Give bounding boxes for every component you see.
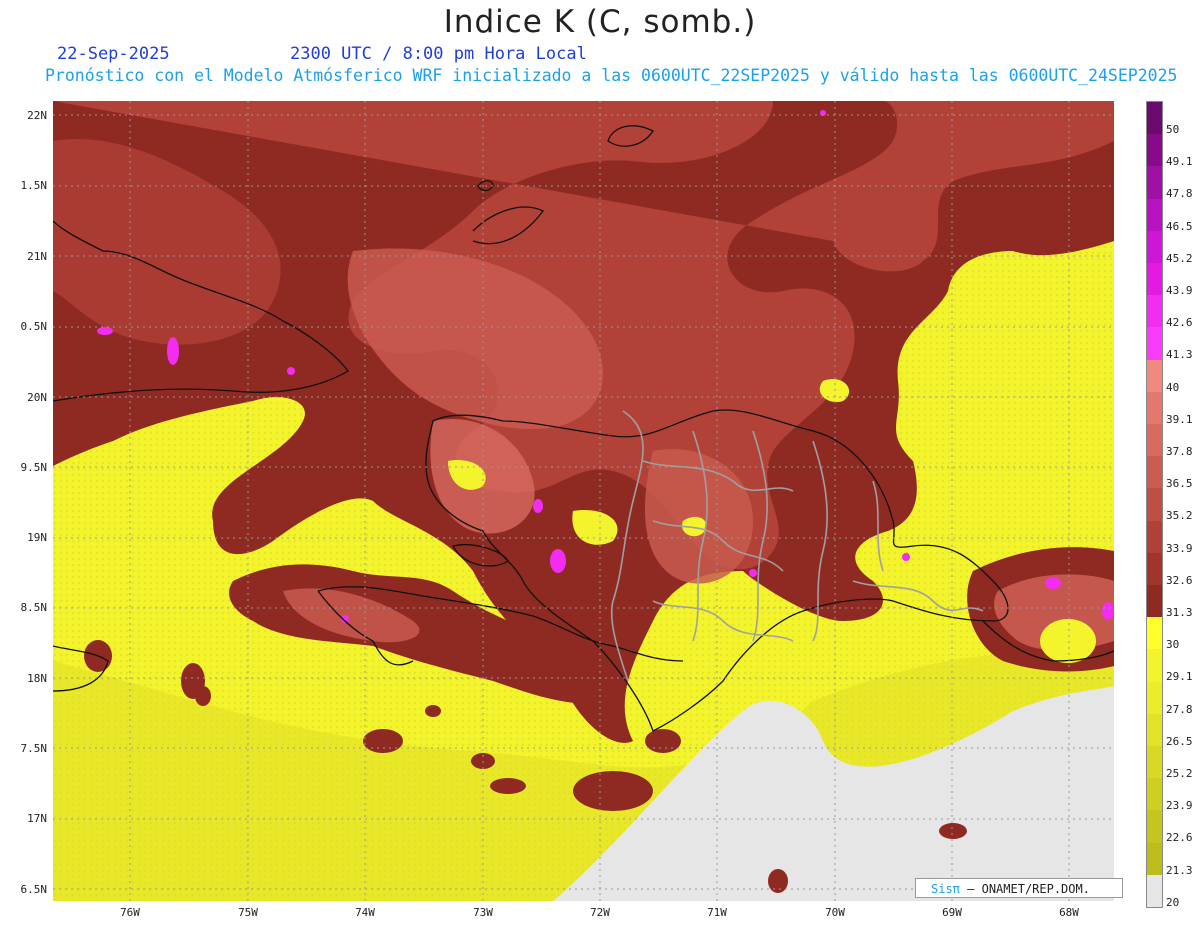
colorbar-label: 35.2 xyxy=(1166,509,1193,523)
lon-label: 71W xyxy=(707,906,727,919)
lat-label: 17N xyxy=(27,812,47,825)
lon-label: 72W xyxy=(590,906,610,919)
colorbar-label: 45.2 xyxy=(1166,251,1193,265)
colorbar-segment xyxy=(1147,649,1162,682)
colorbar-segment xyxy=(1147,617,1162,650)
colorbar-segment xyxy=(1147,778,1162,811)
lat-label: 19N xyxy=(27,531,47,544)
lon-label: 75W xyxy=(238,906,258,919)
colorbar-label: 31.3 xyxy=(1166,606,1193,619)
colorbar-label: 49.1 xyxy=(1166,155,1193,169)
lat-label: 18N xyxy=(27,672,47,685)
lat-label: 21N xyxy=(27,250,47,263)
colorbar-segment xyxy=(1147,359,1162,392)
lon-label: 68W xyxy=(1059,906,1079,919)
forecast-date: 22-Sep-2025 xyxy=(57,44,170,64)
colorbar-label: 33.9 xyxy=(1166,541,1193,555)
colorbar-label: 42.6 xyxy=(1166,316,1193,330)
colorbar-segment xyxy=(1147,263,1162,296)
colorbar-segment xyxy=(1147,746,1162,779)
credit-brand: Sisπ xyxy=(931,882,960,896)
colorbar-label: 43.9 xyxy=(1166,284,1193,297)
colorbar-label: 25.2 xyxy=(1166,767,1193,780)
colorbar-segment xyxy=(1147,874,1162,907)
colorbar-segment xyxy=(1147,198,1162,231)
k-index-map xyxy=(53,101,1114,901)
colorbar-label: 32.6 xyxy=(1166,573,1193,587)
colorbar-segment xyxy=(1147,520,1162,553)
colorbar-segment xyxy=(1147,810,1162,843)
lat-label: 6.5N xyxy=(20,883,48,896)
colorbar-label: 27.8 xyxy=(1166,702,1193,716)
map-canvas xyxy=(53,101,1114,901)
map-title: Indice K (C, somb.) xyxy=(443,4,757,40)
colorbar-segment xyxy=(1147,681,1162,714)
lon-label: 74W xyxy=(355,906,375,919)
colorbar-label: 22.6 xyxy=(1166,831,1193,845)
colorbar-segment xyxy=(1147,295,1162,328)
forecast-time: 2300 UTC / 8:00 pm Hora Local xyxy=(290,44,587,64)
colorbar-label: 50 xyxy=(1166,123,1180,136)
colorbar-segment xyxy=(1147,102,1162,135)
lat-label: 0.5N xyxy=(20,320,48,333)
colorbar-label: 40 xyxy=(1166,380,1180,394)
colorbar-segment xyxy=(1147,713,1162,746)
credit-org: – ONAMET/REP.DOM. xyxy=(967,882,1090,896)
colorbar-label: 30 xyxy=(1166,638,1180,652)
lat-label: 8.5N xyxy=(20,601,48,614)
lon-label: 70W xyxy=(825,906,845,919)
colorbar-label: 20 xyxy=(1166,895,1180,909)
colorbar-segment xyxy=(1147,391,1162,424)
lat-label: 1.5N xyxy=(20,179,48,192)
lat-label: 22N xyxy=(27,109,47,122)
colorbar-label: 37.8 xyxy=(1166,445,1193,458)
colorbar-label: 41.3 xyxy=(1166,348,1193,362)
colorbar-label: 39.1 xyxy=(1166,412,1193,426)
colorbar-label: 47.8 xyxy=(1166,187,1193,201)
lat-label: 20N xyxy=(27,391,47,404)
colorbar-label: 21.3 xyxy=(1166,863,1193,877)
colorbar-segment xyxy=(1147,424,1162,457)
lon-label: 73W xyxy=(473,906,493,919)
colorbar-label: 46.5 xyxy=(1166,219,1193,233)
lon-label: 76W xyxy=(120,906,140,919)
colorbar-segment xyxy=(1147,552,1162,585)
colorbar-label: 26.5 xyxy=(1166,734,1193,748)
forecast-description: Pronóstico con el Modelo Atmósferico WRF… xyxy=(45,66,1178,85)
colorbar-segment xyxy=(1147,842,1162,875)
colorbar xyxy=(1146,101,1163,908)
lon-label: 69W xyxy=(942,906,962,919)
colorbar-segment xyxy=(1147,456,1162,489)
colorbar-segment xyxy=(1147,134,1162,167)
credit-box: Sisπ – ONAMET/REP.DOM. xyxy=(915,878,1123,898)
colorbar-segment xyxy=(1147,327,1162,360)
colorbar-segment xyxy=(1147,230,1162,263)
colorbar-label: 29.1 xyxy=(1166,670,1193,684)
colorbar-segment xyxy=(1147,166,1162,199)
lat-label: 7.5N xyxy=(20,742,48,755)
colorbar-segment xyxy=(1147,585,1162,618)
lat-label: 9.5N xyxy=(20,461,48,474)
colorbar-label: 23.9 xyxy=(1166,799,1193,813)
colorbar-label: 36.5 xyxy=(1166,477,1193,491)
colorbar-segment xyxy=(1147,488,1162,521)
